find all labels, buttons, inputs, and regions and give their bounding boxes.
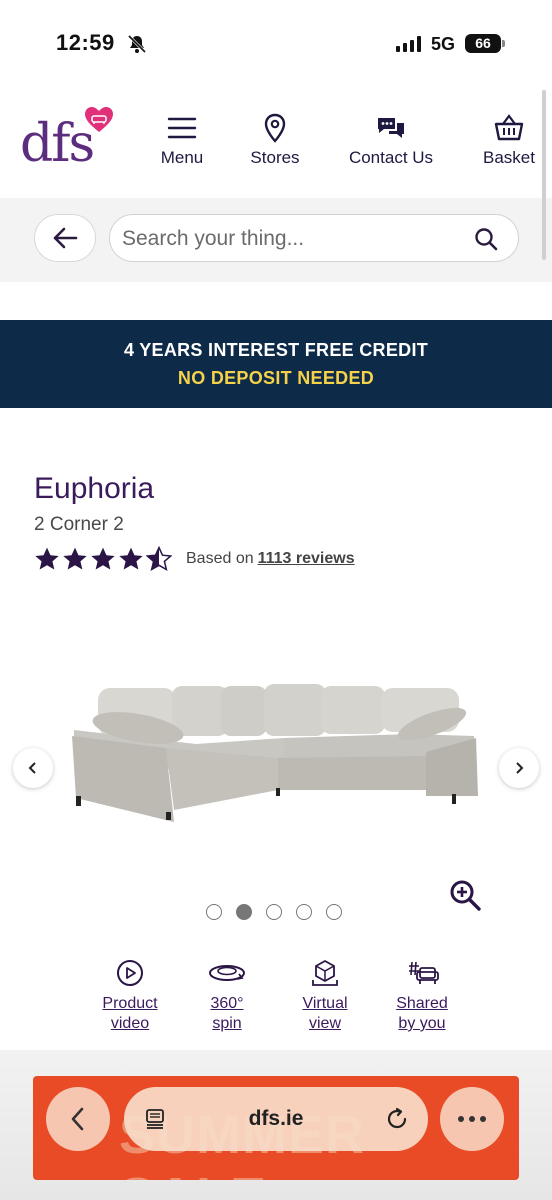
chevron-left-icon bbox=[28, 762, 36, 774]
search-row bbox=[0, 198, 552, 282]
zoom-in-icon[interactable] bbox=[448, 878, 482, 912]
status-bar: 12:59 5G 66 bbox=[0, 0, 552, 90]
product-variant: 2 Corner 2 bbox=[34, 514, 124, 535]
spin-360-link[interactable]: 360° spin bbox=[177, 958, 277, 1034]
silent-bell-icon bbox=[127, 34, 147, 54]
gallery-dot[interactable] bbox=[326, 904, 342, 920]
page-scrollbar[interactable] bbox=[542, 90, 546, 260]
chat-bubbles-icon bbox=[378, 118, 404, 138]
nav-contact-us[interactable]: Contact Us bbox=[338, 112, 444, 168]
reload-icon[interactable] bbox=[384, 1106, 410, 1132]
gallery-dot[interactable] bbox=[266, 904, 282, 920]
signal-icon bbox=[396, 36, 421, 52]
basket-icon bbox=[494, 114, 524, 141]
gallery-next-button[interactable] bbox=[499, 748, 539, 788]
browser-back-button[interactable] bbox=[46, 1087, 110, 1151]
product-video-link[interactable]: Product video bbox=[80, 958, 180, 1034]
reviews-summary: Based on 1113 reviews bbox=[186, 550, 355, 568]
star-full-icon bbox=[119, 547, 143, 570]
star-half-icon bbox=[146, 546, 172, 572]
media-label-line1: Shared bbox=[396, 995, 448, 1012]
star-full-icon bbox=[35, 547, 59, 570]
star-rating bbox=[34, 546, 172, 572]
product-image-sofa[interactable] bbox=[66, 672, 486, 822]
search-icon[interactable] bbox=[474, 227, 498, 251]
ar-cube-icon bbox=[312, 960, 338, 986]
star-full-icon bbox=[91, 547, 115, 570]
nav-menu-label: Menu bbox=[160, 148, 204, 167]
product-title: Euphoria bbox=[34, 472, 155, 505]
media-options: Product video 360° spin Virtual view Sha… bbox=[0, 958, 552, 1038]
browser-more-button[interactable] bbox=[440, 1087, 504, 1151]
shared-by-you-link[interactable]: Shared by you bbox=[372, 958, 472, 1034]
heart-sofa-icon bbox=[85, 107, 113, 132]
gallery-pagination bbox=[206, 904, 342, 920]
battery-indicator: 66 bbox=[465, 34, 505, 53]
gallery-dot[interactable] bbox=[206, 904, 222, 920]
network-type: 5G bbox=[431, 34, 456, 54]
reviews-link[interactable]: 1113 reviews bbox=[258, 550, 355, 567]
media-label-line2: view bbox=[308, 1015, 341, 1032]
media-label-line2: video bbox=[110, 1015, 150, 1032]
virtual-view-link[interactable]: Virtual view bbox=[275, 958, 375, 1034]
hamburger-icon bbox=[167, 117, 197, 139]
promo-headline: 4 YEARS INTEREST FREE CREDIT bbox=[123, 340, 429, 360]
search-box bbox=[109, 214, 519, 262]
media-label-line1: Product bbox=[102, 995, 158, 1012]
location-pin-icon bbox=[264, 113, 286, 143]
promo-banner[interactable]: 4 YEARS INTEREST FREE CREDIT NO DEPOSIT … bbox=[0, 320, 552, 408]
nav-stores[interactable]: Stores bbox=[240, 112, 310, 168]
product-rating: Based on 1113 reviews bbox=[34, 544, 355, 574]
nav-menu[interactable]: Menu bbox=[152, 112, 212, 168]
play-circle-icon bbox=[117, 960, 143, 986]
nav-contact-label: Contact Us bbox=[348, 148, 434, 167]
arrow-left-icon bbox=[53, 227, 78, 249]
search-input[interactable] bbox=[122, 221, 462, 257]
address-bar[interactable]: dfs.ie bbox=[124, 1087, 428, 1151]
back-button[interactable] bbox=[34, 214, 96, 262]
gallery-prev-button[interactable] bbox=[13, 748, 53, 788]
product-gallery bbox=[0, 610, 552, 930]
dfs-logo[interactable]: dfs bbox=[20, 106, 115, 176]
more-dots-icon bbox=[458, 1116, 486, 1122]
media-label-line2: spin bbox=[212, 1015, 242, 1032]
gallery-dot-active[interactable] bbox=[236, 904, 252, 920]
nav-stores-label: Stores bbox=[250, 148, 300, 167]
hashtag-sofa-icon bbox=[409, 961, 439, 984]
star-full-icon bbox=[63, 547, 87, 570]
gallery-dot[interactable] bbox=[296, 904, 312, 920]
media-label-line1: 360° bbox=[210, 995, 244, 1012]
nav-basket[interactable]: Basket bbox=[474, 112, 544, 168]
url-text: dfs.ie bbox=[248, 1107, 304, 1130]
chevron-left-icon bbox=[71, 1107, 84, 1131]
chevron-right-icon bbox=[516, 762, 524, 774]
site-header: dfs Menu Stores Contact Us Basket bbox=[0, 90, 552, 198]
reviews-prefix: Based on bbox=[186, 550, 254, 567]
nav-basket-label: Basket bbox=[483, 148, 535, 167]
status-time: 12:59 bbox=[56, 30, 115, 55]
logo-text: dfs bbox=[20, 114, 95, 174]
media-label-line2: by you bbox=[398, 1015, 446, 1032]
promo-subline: NO DEPOSIT NEEDED bbox=[177, 368, 375, 388]
rotate-360-icon bbox=[209, 965, 245, 981]
media-label-line1: Virtual bbox=[302, 995, 348, 1012]
